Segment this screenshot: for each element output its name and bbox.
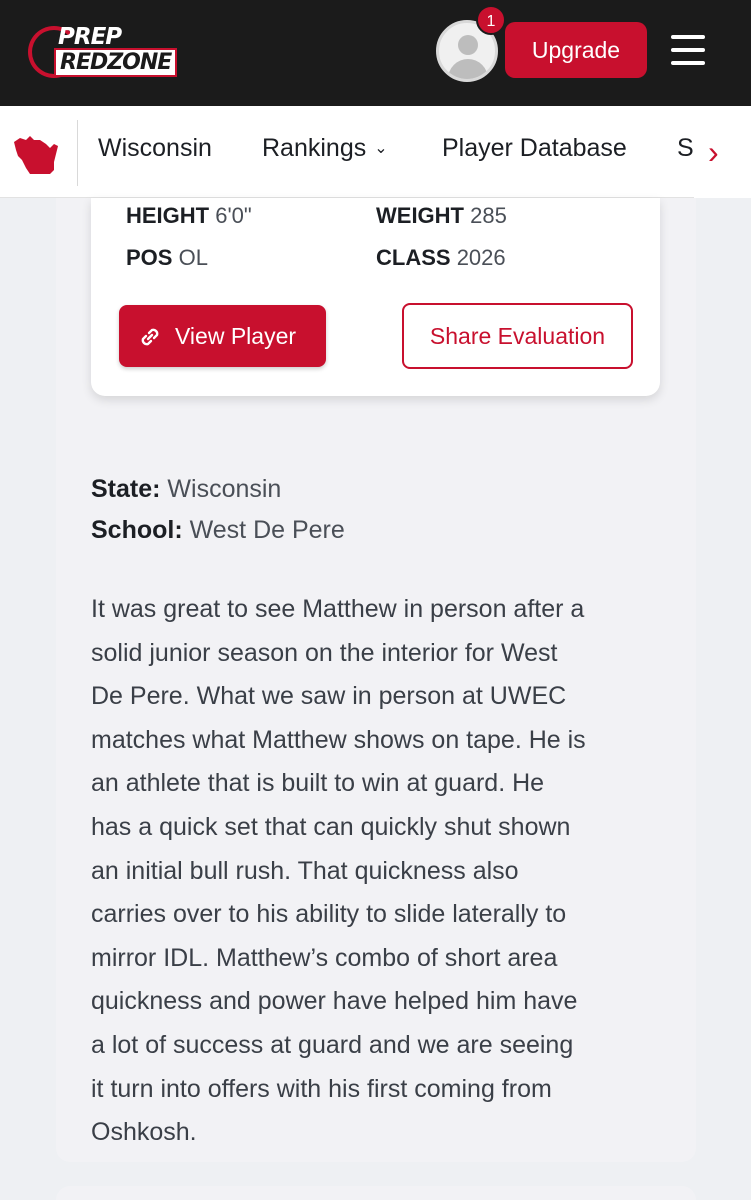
evaluation-line: matches what Matthew shows on tape. He i… [91,725,586,754]
school-line: School: West De Pere [91,516,345,544]
view-player-button[interactable]: View Player [119,305,326,367]
class-stat: CLASS 2026 [376,245,506,270]
evaluation-line: quickness and power have helped him have [91,987,578,1016]
nav-item-player-database[interactable]: Player Database [442,134,627,163]
logo-text-prep: PREP [58,24,122,50]
evaluation-line: an initial bull rush. That quickness als… [91,856,519,885]
evaluation-line: solid junior season on the interior for … [91,638,558,667]
position-stat: POS OL [126,245,208,270]
state-nav-bar: Wisconsin Rankings ⌄ Player Database S › [0,106,751,198]
nav-item-wisconsin[interactable]: Wisconsin [98,134,212,163]
menu-icon[interactable] [671,35,705,65]
height-stat: HEIGHT 6'0" [126,203,252,228]
nav-item-truncated[interactable]: S [677,134,694,163]
evaluation-line: it turn into offers with his first comin… [91,1074,552,1103]
wisconsin-state-icon[interactable] [10,128,64,178]
nav-item-rankings[interactable]: Rankings ⌄ [262,134,388,163]
logo-text-redzone: REDZONE [54,48,178,77]
evaluation-line: carries over to his ability to slide lat… [91,900,567,929]
evaluation-line: Oshkosh. [91,1118,197,1147]
weight-stat: WEIGHT 285 [376,203,507,228]
chevron-down-icon: ⌄ [374,140,388,157]
evaluation-line: a lot of success at guard and we are see… [91,1030,574,1059]
evaluation-line: mirror IDL. Matthew’s combo of short are… [91,943,558,972]
evaluation-line: has a quick set that can quickly shut sh… [91,812,571,841]
evaluation-line: an athlete that is built to win at guard… [91,769,545,798]
top-bar: PREP REDZONE 1 Upgrade [0,0,751,106]
next-card [56,1186,696,1200]
chevron-right-icon[interactable]: › [708,134,719,171]
upgrade-button[interactable]: Upgrade [505,22,647,78]
notification-badge[interactable]: 1 [476,5,506,35]
evaluation-text: It was great to see Matthew in person af… [91,588,671,1155]
view-player-label: View Player [175,323,297,349]
share-evaluation-button[interactable]: Share Evaluation [402,303,633,369]
prep-redzone-logo[interactable]: PREP REDZONE [26,22,184,80]
evaluation-line: It was great to see Matthew in person af… [91,595,585,623]
nav-item-rankings-label: Rankings [262,134,367,162]
evaluation-line: De Pere. What we saw in person at UWEC [91,682,567,711]
link-icon [141,328,159,346]
state-line: State: Wisconsin [91,475,282,503]
